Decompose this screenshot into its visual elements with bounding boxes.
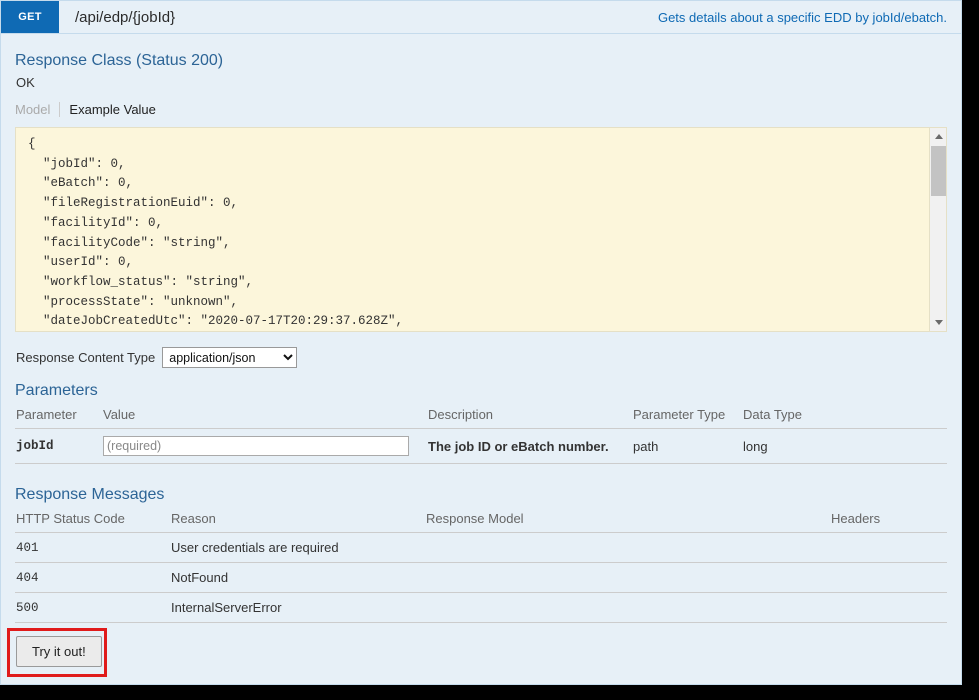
submit-row: Try it out! bbox=[7, 623, 947, 677]
try-it-out-wrapper: Try it out! bbox=[7, 628, 107, 677]
response-status-text: OK bbox=[16, 75, 35, 90]
col-header-http-status-code: HTTP Status Code bbox=[15, 507, 170, 533]
parameters-title: Parameters bbox=[15, 382, 98, 399]
example-value-container: { "jobId": 0, "eBatch": 0, "fileRegistra… bbox=[15, 127, 947, 332]
parameter-data-type: long bbox=[742, 428, 947, 464]
model-tabs: Model Example Value bbox=[15, 102, 947, 127]
status-response-model bbox=[425, 532, 830, 563]
response-messages-title: Response Messages bbox=[15, 486, 165, 503]
table-row: 401 User credentials are required bbox=[15, 532, 947, 563]
scroll-down-arrow-icon[interactable] bbox=[930, 314, 946, 331]
status-headers bbox=[830, 592, 947, 623]
example-value-code: { "jobId": 0, "eBatch": 0, "fileRegistra… bbox=[28, 137, 404, 329]
status-code: 401 bbox=[15, 532, 170, 563]
response-content-type-select[interactable]: application/json bbox=[162, 347, 298, 368]
status-reason: User credentials are required bbox=[170, 532, 425, 563]
col-header-headers: Headers bbox=[830, 507, 947, 533]
tab-model[interactable]: Model bbox=[15, 102, 59, 117]
http-method-badge: GET bbox=[1, 1, 59, 33]
col-header-response-model: Response Model bbox=[425, 507, 830, 533]
status-response-model bbox=[425, 592, 830, 623]
scrollbar-thumb[interactable] bbox=[931, 146, 946, 196]
response-class-title: Response Class (Status 200) bbox=[15, 52, 224, 69]
swagger-operation-panel: GET /api/edp/{jobId} Gets details about … bbox=[0, 0, 962, 685]
parameter-description: The job ID or eBatch number. bbox=[427, 428, 632, 464]
try-it-out-button[interactable]: Try it out! bbox=[16, 636, 102, 667]
response-content-type-label: Response Content Type bbox=[16, 350, 156, 365]
table-row: 500 InternalServerError bbox=[15, 592, 947, 623]
parameter-type: path bbox=[632, 428, 742, 464]
parameter-name: jobId bbox=[15, 428, 102, 464]
tab-example-value[interactable]: Example Value bbox=[59, 102, 156, 117]
example-value-scrollbar[interactable] bbox=[929, 128, 946, 331]
parameters-table: Parameter Value Description Parameter Ty… bbox=[15, 403, 947, 464]
operation-path[interactable]: /api/edp/{jobId} bbox=[59, 1, 175, 33]
status-code: 500 bbox=[15, 592, 170, 623]
table-row: jobId The job ID or eBatch number. path … bbox=[15, 428, 947, 464]
col-header-value: Value bbox=[102, 403, 427, 429]
response-content-type-row: Response Content Type application/json bbox=[15, 332, 947, 382]
status-reason: InternalServerError bbox=[170, 592, 425, 623]
status-code: 404 bbox=[15, 562, 170, 593]
parameters-header-row: Parameter Value Description Parameter Ty… bbox=[15, 403, 947, 429]
response-messages-header-row: HTTP Status Code Reason Response Model H… bbox=[15, 507, 947, 533]
status-headers bbox=[830, 532, 947, 563]
status-response-model bbox=[425, 562, 830, 593]
parameter-value-input[interactable] bbox=[103, 436, 409, 456]
operation-body: Response Class (Status 200) OK Model Exa… bbox=[1, 34, 961, 677]
col-header-data-type: Data Type bbox=[742, 403, 947, 429]
operation-summary-link[interactable]: Gets details about a specific EDD by job… bbox=[658, 1, 961, 33]
col-header-parameter-type: Parameter Type bbox=[632, 403, 742, 429]
col-header-description: Description bbox=[427, 403, 632, 429]
response-messages-table: HTTP Status Code Reason Response Model H… bbox=[15, 507, 947, 623]
status-reason: NotFound bbox=[170, 562, 425, 593]
operation-header[interactable]: GET /api/edp/{jobId} Gets details about … bbox=[1, 1, 961, 34]
scroll-up-arrow-icon[interactable] bbox=[930, 128, 946, 145]
status-headers bbox=[830, 562, 947, 593]
col-header-parameter: Parameter bbox=[15, 403, 102, 429]
table-row: 404 NotFound bbox=[15, 562, 947, 593]
parameter-value-cell bbox=[102, 428, 427, 464]
col-header-reason: Reason bbox=[170, 507, 425, 533]
